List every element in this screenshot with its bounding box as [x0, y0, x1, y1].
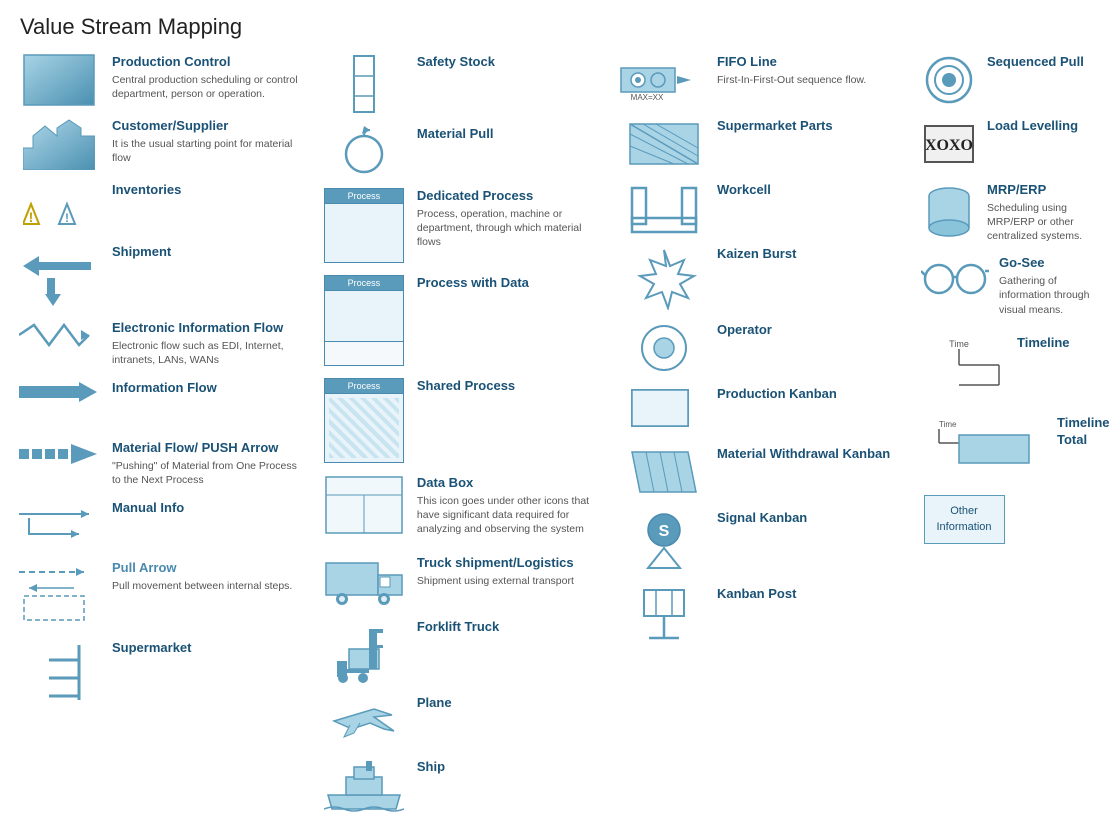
mrp-erp-icon [919, 182, 979, 242]
svg-text:S: S [659, 523, 670, 540]
supermarket-parts-icon [619, 118, 709, 170]
list-item: Truck shipment/Logistics Shipment using … [315, 549, 605, 613]
workcell-icon [619, 182, 709, 234]
safety-stock-icon [319, 54, 409, 114]
list-item: Electronic Information Flow Electronic f… [10, 314, 305, 374]
other-information-icon: OtherInformation [919, 495, 1009, 544]
svg-text:!: ! [65, 211, 69, 225]
pull-arrow-icon [14, 560, 104, 628]
customer-supplier-icon [14, 118, 104, 170]
material-flow-push-icon [14, 440, 104, 468]
information-flow-icon [14, 380, 104, 404]
load-levelling-icon: XOXO [919, 118, 979, 170]
shared-process-icon: Process [319, 378, 409, 463]
dedicated-process-icon: Process [319, 188, 409, 263]
data-box-icon [319, 475, 409, 535]
list-item: Safety Stock [315, 48, 605, 120]
list-item: Production Kanban [615, 380, 905, 440]
list-item: Operator [615, 316, 905, 380]
list-item: Go-See Gathering of information through … [915, 249, 1105, 329]
operator-icon [619, 322, 709, 374]
svg-text:XOXO: XOXO [925, 137, 973, 154]
list-item: Ship [315, 753, 605, 821]
go-see-icon [919, 255, 991, 299]
list-item: Information Flow [10, 374, 305, 434]
list-item: Time Timeline Total [915, 409, 1105, 489]
fifo-line-icon: MAX=XX [619, 54, 709, 106]
list-item: Supermarket Parts [615, 112, 905, 176]
timeline-total-icon: Time [919, 415, 1049, 475]
material-pull-icon [319, 126, 409, 176]
shipment-icon [14, 244, 104, 308]
svg-text:Time: Time [939, 420, 957, 429]
list-item: MRP/ERP Scheduling using MRP/ERP or othe… [915, 176, 1105, 249]
list-item: Supermarket [10, 634, 305, 710]
list-item: Workcell [615, 176, 905, 240]
svg-text:MAX=XX: MAX=XX [631, 93, 664, 102]
production-kanban-icon [619, 386, 709, 430]
list-item: Kaizen Burst [615, 240, 905, 316]
list-item: OtherInformation [915, 489, 1105, 550]
list-item: Kanban Post [615, 580, 905, 656]
sequenced-pull-icon [919, 54, 979, 106]
manual-info-icon [14, 500, 104, 544]
list-item: Process Shared Process [315, 372, 605, 469]
list-item: Process Dedicated Process Process, opera… [315, 182, 605, 269]
list-item: Material Pull [315, 120, 605, 182]
list-item: Forklift Truck [315, 613, 605, 689]
truck-shipment-icon [319, 555, 409, 607]
list-item: Data Box This icon goes under other icon… [315, 469, 605, 549]
list-item: XOXO Load Levelling [915, 112, 1105, 176]
svg-text:!: ! [29, 209, 34, 225]
forklift-truck-icon [319, 619, 409, 683]
list-item: Time Timeline [915, 329, 1105, 409]
process-with-data-icon: Process [319, 275, 409, 366]
svg-text:Time: Time [949, 339, 969, 349]
signal-kanban-icon: S [619, 510, 709, 574]
kanban-post-icon [619, 586, 709, 650]
kaizen-burst-icon [619, 246, 709, 310]
list-item: ! ! Inventories [10, 176, 305, 238]
list-item: Sequenced Pull [915, 48, 1105, 112]
list-item: Material Withdrawal Kanban [615, 440, 905, 504]
ship-icon [319, 759, 409, 815]
list-item: S Signal Kanban [615, 504, 905, 580]
list-item: Material Flow/ PUSH Arrow "Pushing" of M… [10, 434, 305, 494]
list-item: Customer/Supplier It is the usual starti… [10, 112, 305, 176]
list-item: Shipment [10, 238, 305, 314]
plane-icon [319, 695, 409, 747]
page-title: Value Stream Mapping [0, 0, 1120, 48]
list-item: Process Process with Data [315, 269, 605, 372]
list-item: Manual Info [10, 494, 305, 554]
electronic-info-flow-icon [14, 320, 104, 350]
supermarket-icon [14, 640, 104, 704]
production-control-icon [14, 54, 104, 106]
list-item: Pull Arrow Pull movement between interna… [10, 554, 305, 634]
material-withdrawal-kanban-icon [619, 446, 709, 498]
list-item: MAX=XX FIFO Line First-In-First-Out sequ… [615, 48, 905, 112]
list-item: Production Control Central production sc… [10, 48, 305, 112]
timeline-icon: Time [919, 335, 1009, 395]
list-item: Plane [315, 689, 605, 753]
inventories-icon: ! ! [14, 182, 104, 232]
